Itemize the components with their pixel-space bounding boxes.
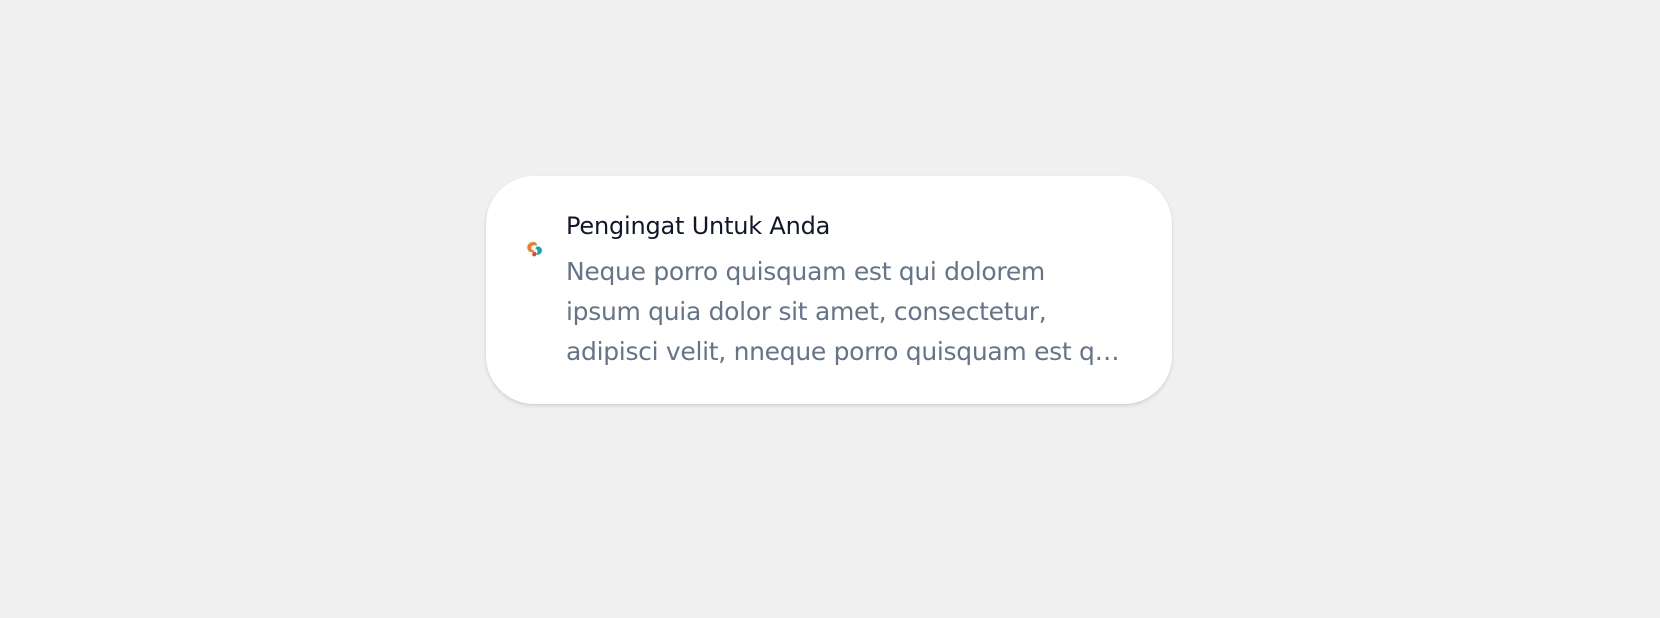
notification-message: Neque porro quisquam est qui dolorem ips… [566, 257, 1117, 366]
notification-title: Pengingat Untuk Anda [566, 212, 831, 240]
notification-card[interactable]: Pengingat Untuk Anda Neque porro quisqua… [486, 176, 1172, 404]
notification-content: Pengingat Untuk Anda Neque porro quisqua… [566, 212, 1126, 372]
app-logo-icon [523, 238, 547, 262]
